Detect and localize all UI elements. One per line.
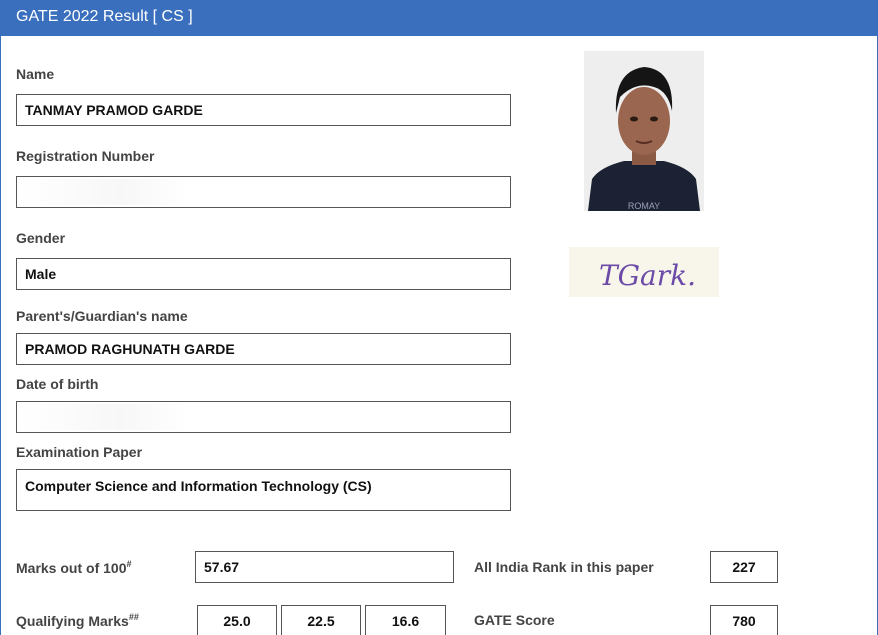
rank-value: 227 <box>732 559 756 575</box>
paper-label: Examination Paper <box>16 444 143 460</box>
dob-label: Date of birth <box>16 376 99 392</box>
redaction-blur <box>19 179 189 205</box>
name-value: TANMAY PRAMOD GARDE <box>25 102 203 118</box>
guardian-label: Parent's/Guardian's name <box>16 308 188 324</box>
qualifying-label: Qualifying Marks## <box>16 612 139 629</box>
qualifying-obc-field: 22.5 <box>281 605 361 635</box>
gate-score-label: GATE Score <box>474 612 555 628</box>
registration-field <box>16 176 511 208</box>
dob-field <box>16 401 511 433</box>
qualifying-value: 22.5 <box>307 613 335 629</box>
qualifying-value: 25.0 <box>223 613 251 629</box>
marks-label: Marks out of 100# <box>16 559 132 576</box>
guardian-value: PRAMOD RAGHUNATH GARDE <box>25 341 235 357</box>
result-header: GATE 2022 Result [ CS ] <box>0 0 878 36</box>
gate-score-value: 780 <box>732 613 756 629</box>
candidate-photo-image: ROMAY <box>584 51 704 211</box>
qualifying-value: 16.6 <box>391 613 420 629</box>
gender-label: Gender <box>16 230 66 246</box>
name-label: Name <box>16 66 55 82</box>
signature-text: TGark. <box>599 259 696 292</box>
redaction-blur <box>19 404 189 430</box>
marks-label-text: Marks out of 100 <box>16 560 127 576</box>
gate-score-field: 780 <box>710 605 778 635</box>
qualifying-footnote-mark: ## <box>128 612 139 622</box>
gender-value: Male <box>25 266 57 282</box>
paper-value: Computer Science and Information Technol… <box>25 478 372 494</box>
gender-field: Male <box>16 258 511 290</box>
paper-field: Computer Science and Information Technol… <box>16 469 511 511</box>
candidate-signature: TGark. <box>569 247 719 297</box>
marks-value: 57.67 <box>204 559 240 575</box>
page-title: GATE 2022 Result [ CS ] <box>16 8 193 25</box>
name-field: TANMAY PRAMOD GARDE <box>16 94 511 126</box>
guardian-field: PRAMOD RAGHUNATH GARDE <box>16 333 511 365</box>
candidate-photo: ROMAY <box>584 51 704 211</box>
marks-footnote-mark: # <box>126 559 132 569</box>
registration-label: Registration Number <box>16 148 155 164</box>
photo-shirt-text: ROMAY <box>628 201 660 211</box>
qualifying-label-text: Qualifying Marks <box>16 613 129 629</box>
marks-field: 57.67 <box>195 551 454 583</box>
signature-image: TGark. <box>569 247 719 297</box>
qualifying-general-field: 25.0 <box>197 605 277 635</box>
rank-field: 227 <box>710 551 778 583</box>
qualifying-sc-field: 16.6 <box>365 605 446 635</box>
rank-label: All India Rank in this paper <box>474 559 654 575</box>
